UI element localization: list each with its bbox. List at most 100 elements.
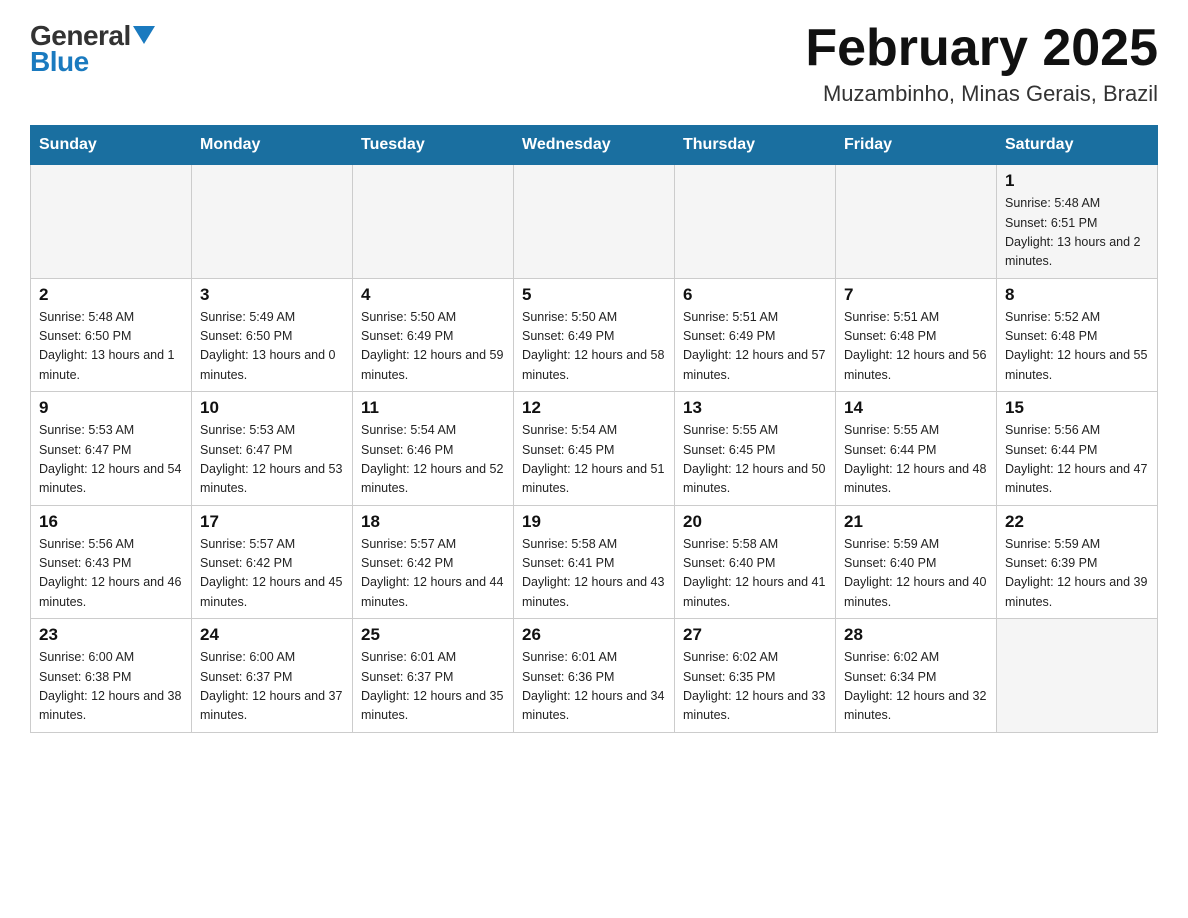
- day-number: 20: [683, 512, 827, 532]
- day-number: 14: [844, 398, 988, 418]
- day-number: 24: [200, 625, 344, 645]
- day-info: Sunrise: 5:57 AMSunset: 6:42 PMDaylight:…: [361, 535, 505, 613]
- day-number: 22: [1005, 512, 1149, 532]
- calendar-cell: 28Sunrise: 6:02 AMSunset: 6:34 PMDayligh…: [836, 619, 997, 733]
- calendar-cell: 5Sunrise: 5:50 AMSunset: 6:49 PMDaylight…: [514, 278, 675, 392]
- calendar-cell: 17 Sunrise: 5:57 AMSunset: 6:42 PMDayligh…: [192, 505, 353, 619]
- day-number: 12: [522, 398, 666, 418]
- calendar-cell: 23 Sunrise: 6:00 AMSunset: 6:38 PMDayligh…: [31, 619, 192, 733]
- calendar-cell: [31, 165, 192, 279]
- day-info: Sunrise: 6:00 AMSunset: 6:37 PMDaylight:…: [200, 648, 344, 726]
- calendar-cell: 9 Sunrise: 5:53 AMSunset: 6:47 PMDaylight…: [31, 392, 192, 506]
- day-info: Sunrise: 5:59 AMSunset: 6:39 PMDaylight:…: [1005, 535, 1149, 613]
- calendar-cell: [675, 165, 836, 279]
- day-info: Sunrise: 5:53 AMSunset: 6:47 PMDaylight:…: [39, 421, 183, 499]
- day-info: Sunrise: 5:54 AMSunset: 6:46 PMDaylight:…: [361, 421, 505, 499]
- day-number: 4: [361, 285, 505, 305]
- day-info: Sunrise: 6:01 AMSunset: 6:36 PMDaylight:…: [522, 648, 666, 726]
- calendar-cell: 27 Sunrise: 6:02 AMSunset: 6:35 PMDayligh…: [675, 619, 836, 733]
- main-title: February 2025: [805, 20, 1158, 77]
- calendar-cell: 7Sunrise: 5:51 AMSunset: 6:48 PMDaylight…: [836, 278, 997, 392]
- day-number: 16: [39, 512, 183, 532]
- calendar-header-row: SundayMondayTuesdayWednesdayThursdayFrid…: [31, 126, 1158, 165]
- calendar-cell: 11 Sunrise: 5:54 AMSunset: 6:46 PMDayligh…: [353, 392, 514, 506]
- day-info: Sunrise: 5:48 AMSunset: 6:51 PMDaylight:…: [1005, 194, 1149, 272]
- day-number: 15: [1005, 398, 1149, 418]
- calendar-cell: [192, 165, 353, 279]
- calendar-cell: 15 Sunrise: 5:56 AMSunset: 6:44 PMDayligh…: [997, 392, 1158, 506]
- day-number: 26: [522, 625, 666, 645]
- calendar-cell: 26 Sunrise: 6:01 AMSunset: 6:36 PMDayligh…: [514, 619, 675, 733]
- logo-blue-text: Blue: [30, 46, 89, 78]
- day-info: Sunrise: 5:58 AMSunset: 6:40 PMDaylight:…: [683, 535, 827, 613]
- day-info: Sunrise: 5:51 AMSunset: 6:49 PMDaylight:…: [683, 308, 827, 386]
- calendar-header-saturday: Saturday: [997, 126, 1158, 165]
- calendar-cell: 25 Sunrise: 6:01 AMSunset: 6:37 PMDayligh…: [353, 619, 514, 733]
- day-number: 27: [683, 625, 827, 645]
- calendar-cell: [836, 165, 997, 279]
- subtitle: Muzambinho, Minas Gerais, Brazil: [805, 81, 1158, 107]
- day-number: 23: [39, 625, 183, 645]
- day-info: Sunrise: 5:54 AMSunset: 6:45 PMDaylight:…: [522, 421, 666, 499]
- calendar-cell: 20 Sunrise: 5:58 AMSunset: 6:40 PMDayligh…: [675, 505, 836, 619]
- logo: General Blue: [30, 20, 155, 78]
- title-block: February 2025 Muzambinho, Minas Gerais, …: [805, 20, 1158, 107]
- day-number: 1: [1005, 171, 1149, 191]
- calendar-table: SundayMondayTuesdayWednesdayThursdayFrid…: [30, 125, 1158, 733]
- day-info: Sunrise: 5:55 AMSunset: 6:45 PMDaylight:…: [683, 421, 827, 499]
- page-header: General Blue February 2025 Muzambinho, M…: [30, 20, 1158, 107]
- day-number: 18: [361, 512, 505, 532]
- day-info: Sunrise: 5:57 AMSunset: 6:42 PMDaylight:…: [200, 535, 344, 613]
- calendar-header-thursday: Thursday: [675, 126, 836, 165]
- calendar-week-row: 23 Sunrise: 6:00 AMSunset: 6:38 PMDayligh…: [31, 619, 1158, 733]
- calendar-cell: 6 Sunrise: 5:51 AMSunset: 6:49 PMDaylight…: [675, 278, 836, 392]
- day-info: Sunrise: 5:56 AMSunset: 6:43 PMDaylight:…: [39, 535, 183, 613]
- day-info: Sunrise: 6:02 AMSunset: 6:35 PMDaylight:…: [683, 648, 827, 726]
- day-number: 2: [39, 285, 183, 305]
- calendar-cell: 19 Sunrise: 5:58 AMSunset: 6:41 PMDayligh…: [514, 505, 675, 619]
- calendar-week-row: 2Sunrise: 5:48 AMSunset: 6:50 PMDaylight…: [31, 278, 1158, 392]
- calendar-cell: 21Sunrise: 5:59 AMSunset: 6:40 PMDayligh…: [836, 505, 997, 619]
- day-info: Sunrise: 5:49 AMSunset: 6:50 PMDaylight:…: [200, 308, 344, 386]
- calendar-cell: 8 Sunrise: 5:52 AMSunset: 6:48 PMDaylight…: [997, 278, 1158, 392]
- calendar-cell: [997, 619, 1158, 733]
- calendar-cell: 1 Sunrise: 5:48 AMSunset: 6:51 PMDaylight…: [997, 165, 1158, 279]
- day-info: Sunrise: 5:55 AMSunset: 6:44 PMDaylight:…: [844, 421, 988, 499]
- calendar-week-row: 1 Sunrise: 5:48 AMSunset: 6:51 PMDaylight…: [31, 165, 1158, 279]
- day-number: 8: [1005, 285, 1149, 305]
- calendar-cell: 22 Sunrise: 5:59 AMSunset: 6:39 PMDayligh…: [997, 505, 1158, 619]
- logo-arrow-icon: [133, 26, 155, 44]
- calendar-header-wednesday: Wednesday: [514, 126, 675, 165]
- day-number: 17: [200, 512, 344, 532]
- day-info: Sunrise: 5:56 AMSunset: 6:44 PMDaylight:…: [1005, 421, 1149, 499]
- calendar-cell: 4 Sunrise: 5:50 AMSunset: 6:49 PMDaylight…: [353, 278, 514, 392]
- calendar-cell: 14 Sunrise: 5:55 AMSunset: 6:44 PMDayligh…: [836, 392, 997, 506]
- calendar-week-row: 16 Sunrise: 5:56 AMSunset: 6:43 PMDayligh…: [31, 505, 1158, 619]
- day-info: Sunrise: 5:50 AMSunset: 6:49 PMDaylight:…: [361, 308, 505, 386]
- day-number: 9: [39, 398, 183, 418]
- calendar-header-sunday: Sunday: [31, 126, 192, 165]
- calendar-cell: 16 Sunrise: 5:56 AMSunset: 6:43 PMDayligh…: [31, 505, 192, 619]
- day-number: 19: [522, 512, 666, 532]
- day-number: 21: [844, 512, 988, 532]
- day-info: Sunrise: 5:52 AMSunset: 6:48 PMDaylight:…: [1005, 308, 1149, 386]
- calendar-cell: [353, 165, 514, 279]
- calendar-cell: 24 Sunrise: 6:00 AMSunset: 6:37 PMDayligh…: [192, 619, 353, 733]
- day-number: 6: [683, 285, 827, 305]
- calendar-cell: [514, 165, 675, 279]
- calendar-cell: 3Sunrise: 5:49 AMSunset: 6:50 PMDaylight…: [192, 278, 353, 392]
- calendar-cell: 18 Sunrise: 5:57 AMSunset: 6:42 PMDayligh…: [353, 505, 514, 619]
- day-number: 10: [200, 398, 344, 418]
- day-info: Sunrise: 6:01 AMSunset: 6:37 PMDaylight:…: [361, 648, 505, 726]
- calendar-cell: 10 Sunrise: 5:53 AMSunset: 6:47 PMDayligh…: [192, 392, 353, 506]
- calendar-header-tuesday: Tuesday: [353, 126, 514, 165]
- calendar-header-monday: Monday: [192, 126, 353, 165]
- day-info: Sunrise: 6:00 AMSunset: 6:38 PMDaylight:…: [39, 648, 183, 726]
- calendar-cell: 2Sunrise: 5:48 AMSunset: 6:50 PMDaylight…: [31, 278, 192, 392]
- day-number: 7: [844, 285, 988, 305]
- day-number: 25: [361, 625, 505, 645]
- day-info: Sunrise: 5:58 AMSunset: 6:41 PMDaylight:…: [522, 535, 666, 613]
- day-info: Sunrise: 5:53 AMSunset: 6:47 PMDaylight:…: [200, 421, 344, 499]
- day-info: Sunrise: 5:50 AMSunset: 6:49 PMDaylight:…: [522, 308, 666, 386]
- day-number: 11: [361, 398, 505, 418]
